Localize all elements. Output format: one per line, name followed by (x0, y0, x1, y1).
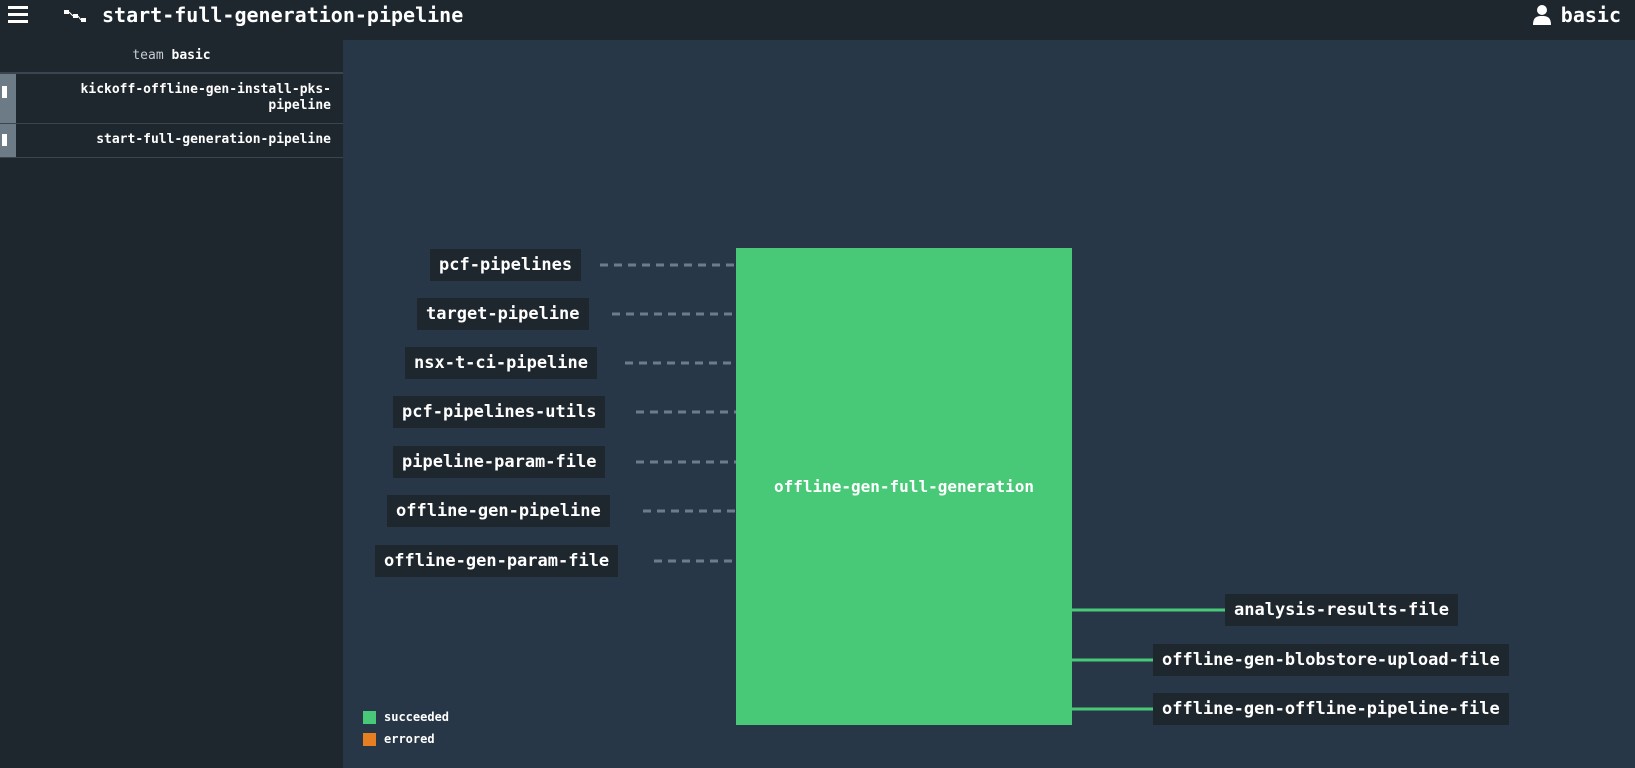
sidebar-item-label[interactable]: start-full-generation-pipeline (16, 124, 343, 157)
input-resource-pcf-pipelines-utils[interactable]: pcf-pipelines-utils (393, 396, 606, 428)
legend-item: errored (363, 731, 449, 747)
sidebar-item-kickoff-pipeline[interactable]: kickoff-offline-gen-install-pks-pipeline (0, 74, 343, 124)
paused-icon (2, 86, 7, 98)
input-resource-pipeline-param-file[interactable]: pipeline-param-file (393, 446, 606, 478)
user-menu[interactable]: basic (1532, 3, 1621, 27)
team-name: basic (171, 48, 211, 63)
legend-swatch-errored (363, 732, 376, 746)
input-resource-offline-gen-pipeline[interactable]: offline-gen-pipeline (387, 495, 610, 527)
legend-swatch-succeeded (363, 710, 376, 724)
job-name: offline-gen-full-generation (773, 477, 1035, 496)
sidebar-item-start-full-generation-pipeline[interactable]: start-full-generation-pipeline (0, 124, 343, 158)
job-offline-gen-full-generation[interactable]: offline-gen-full-generation (736, 248, 1072, 725)
pipeline-icon (64, 10, 86, 22)
legend-label: errored (384, 732, 435, 746)
input-resource-offline-gen-param-file[interactable]: offline-gen-param-file (375, 545, 619, 577)
input-resource-pcf-pipelines[interactable]: pcf-pipelines (430, 249, 582, 281)
sidebar-item-label[interactable]: kickoff-offline-gen-install-pks-pipeline (16, 74, 343, 123)
pause-toggle[interactable] (0, 124, 16, 157)
output-resource-analysis-results-file[interactable]: analysis-results-file (1225, 594, 1458, 626)
input-resource-nsx-t-ci-pipeline[interactable]: nsx-t-ci-pipeline (405, 347, 597, 379)
sidebar: team basic kickoff-offline-gen-install-p… (0, 40, 343, 768)
user-name: basic (1560, 3, 1621, 27)
paused-icon (2, 134, 7, 146)
top-bar: start-full-generation-pipeline basic (0, 0, 1635, 40)
output-resource-offline-gen-blobstore-upload-file[interactable]: offline-gen-blobstore-upload-file (1153, 644, 1509, 676)
pause-toggle[interactable] (0, 74, 16, 123)
hamburger-menu-icon[interactable] (8, 4, 30, 26)
legend-label: succeeded (384, 710, 450, 724)
pipeline-graph: pcf-pipelines target-pipeline nsx-t-ci-p… (343, 40, 1635, 768)
status-legend: succeeded errored (363, 709, 449, 753)
input-resource-target-pipeline[interactable]: target-pipeline (417, 298, 589, 330)
team-header: team basic (0, 40, 343, 74)
legend-item: succeeded (363, 709, 449, 725)
output-resource-offline-gen-offline-pipeline-file[interactable]: offline-gen-offline-pipeline-file (1153, 693, 1509, 725)
page-title: start-full-generation-pipeline (102, 3, 464, 27)
team-prefix: team (132, 48, 164, 63)
user-icon (1532, 5, 1551, 25)
